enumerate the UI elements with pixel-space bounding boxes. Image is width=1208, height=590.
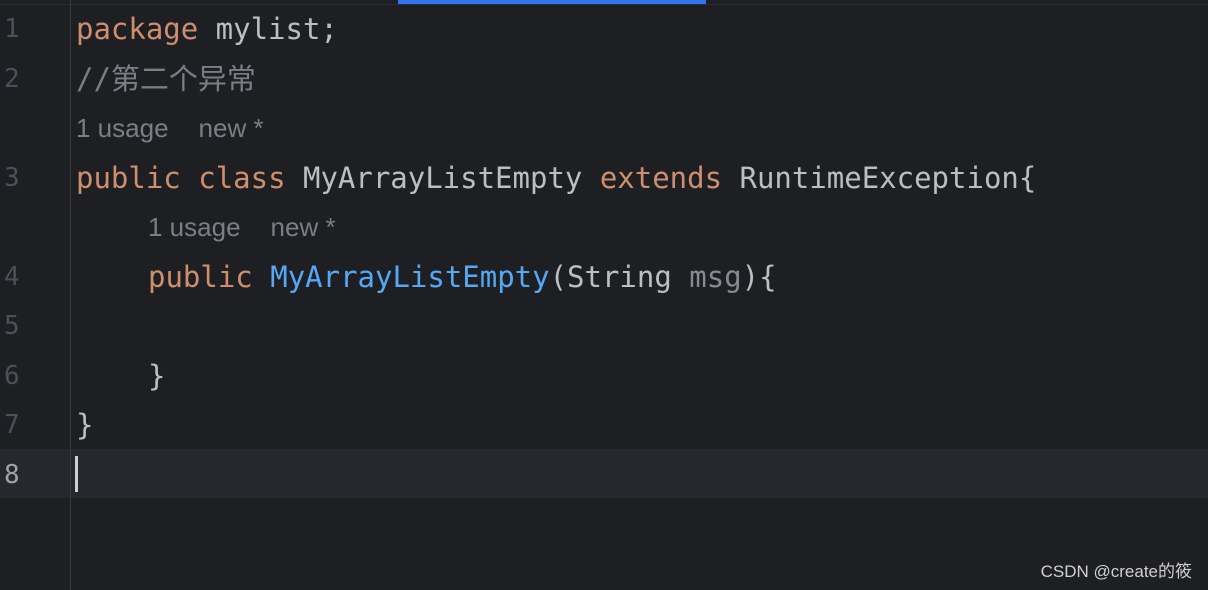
comment-text: //第二个异常 [76, 62, 256, 96]
usage-hint[interactable]: 1 usage [76, 113, 169, 143]
line-number-3: 3 [4, 163, 20, 193]
keyword-package: package [76, 12, 199, 46]
line-number-gutter[interactable]: 1 2 3 4 5 6 7 8 [0, 0, 70, 590]
code-line-7[interactable]: } [76, 401, 93, 450]
param-name: msg [689, 260, 742, 294]
usage-hint[interactable]: 1 usage [148, 212, 241, 242]
keyword-class: class [198, 161, 286, 195]
code-line-3[interactable]: public class MyArrayListEmpty extends Ru… [76, 154, 1036, 203]
package-name: mylist; [198, 12, 338, 46]
code-line-6[interactable]: } [148, 352, 165, 401]
watermark: CSDN @create的筱 [1040, 562, 1192, 581]
line-number-2: 2 [4, 64, 20, 94]
line-number-1: 1 [4, 14, 20, 44]
inlay-hint-constructor[interactable]: 1 usage new * [148, 203, 366, 252]
constructor-name: MyArrayListEmpty [270, 260, 550, 294]
text-caret [75, 456, 78, 492]
keyword-extends: extends [599, 161, 723, 195]
gutter-separator [70, 0, 71, 590]
constructor-close: ){ [741, 260, 777, 294]
line-number-6: 6 [4, 361, 20, 391]
code-line-4[interactable]: public MyArrayListEmpty(String msg){ [148, 253, 777, 302]
line-number-5: 5 [4, 311, 20, 341]
class-name: MyArrayListEmpty [285, 161, 600, 195]
code-line-1[interactable]: package mylist; [76, 5, 338, 54]
inlay-hint-class[interactable]: 1 usage new * [76, 104, 294, 153]
superclass-name: RuntimeException{ [722, 161, 1037, 195]
author-hint[interactable]: new * [199, 113, 264, 143]
line-number-4: 4 [4, 262, 20, 292]
author-hint[interactable]: new * [271, 212, 336, 242]
keyword-public: public [76, 161, 181, 195]
param-type: (String [549, 260, 690, 294]
line-number-7: 7 [4, 410, 20, 440]
keyword-public: public [148, 260, 253, 294]
code-line-2[interactable]: //第二个异常 [76, 55, 256, 104]
line-number-8-active: 8 [4, 460, 20, 490]
current-line-highlight [0, 449, 1208, 498]
